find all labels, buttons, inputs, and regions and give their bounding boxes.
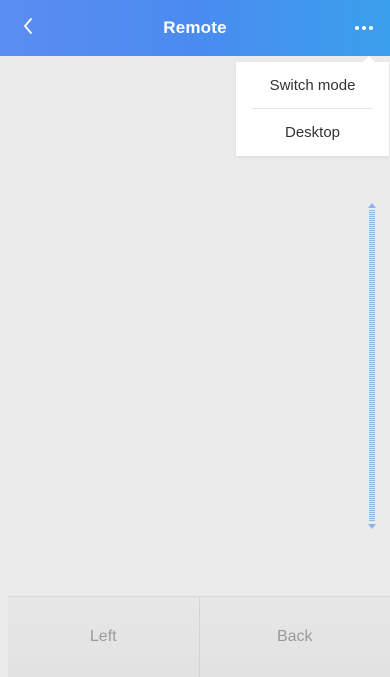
menu-item-switch-mode[interactable]: Switch mode [236, 62, 389, 108]
mouse-button-bar: Left Back [8, 596, 390, 677]
remote-screen: Remote Switch mode Desktop Left Back [0, 0, 390, 677]
chevron-left-icon [21, 16, 35, 41]
back-button[interactable] [14, 14, 42, 42]
scroll-slider[interactable] [366, 203, 378, 529]
menu-item-desktop[interactable]: Desktop [236, 109, 389, 155]
arrow-up-icon[interactable] [368, 203, 376, 208]
left-click-button[interactable]: Left [8, 597, 199, 677]
menu-caret [363, 56, 375, 62]
scroll-bar[interactable] [369, 210, 375, 522]
navigation-bar: Remote [0, 0, 390, 56]
more-dot-icon [362, 26, 366, 30]
more-dot-icon [369, 26, 373, 30]
page-title: Remote [163, 18, 227, 37]
more-dot-icon [355, 26, 359, 30]
arrow-down-icon[interactable] [368, 524, 376, 529]
back-nav-button[interactable]: Back [198, 597, 390, 677]
options-menu: Switch mode Desktop [236, 56, 389, 156]
more-button[interactable] [346, 14, 382, 42]
